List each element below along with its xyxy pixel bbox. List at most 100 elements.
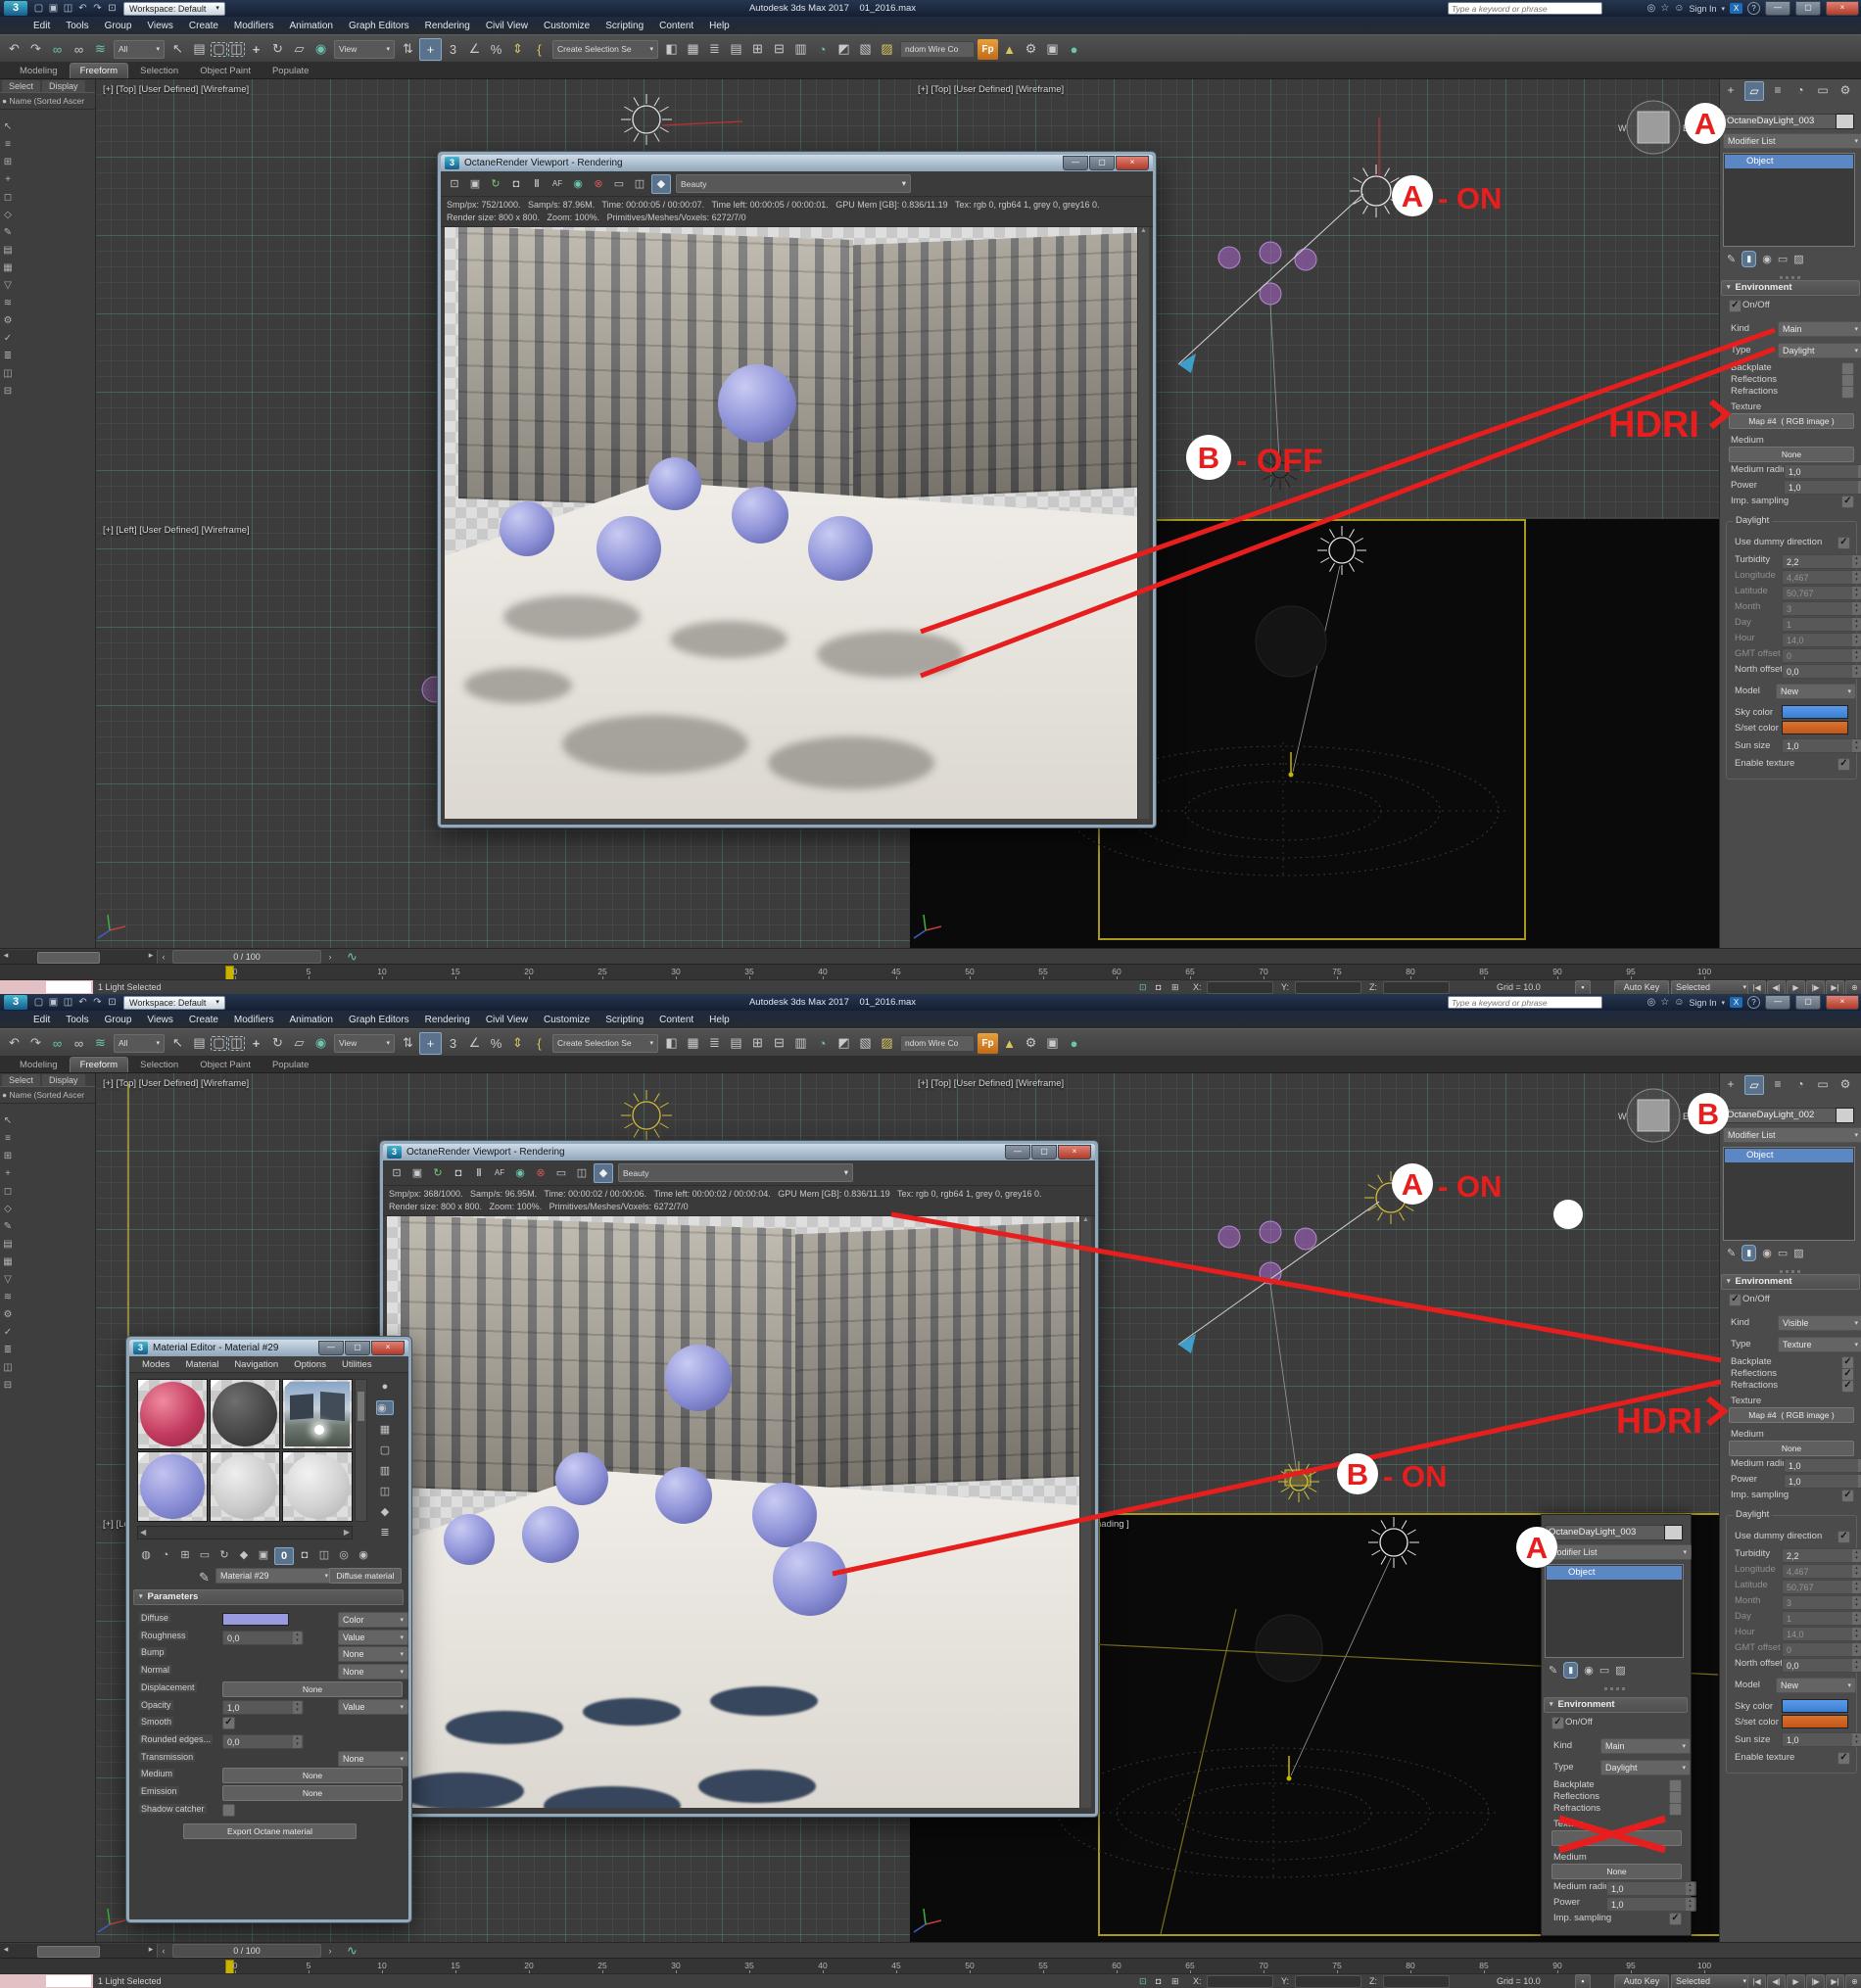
export-octane-material-button[interactable]: Export Octane material xyxy=(183,1823,357,1839)
viewport-label-top-right[interactable]: [+] [Top] [User Defined] [Wireframe] xyxy=(918,84,1064,95)
menu-item[interactable]: Modifiers xyxy=(226,21,282,31)
display-tab-icon[interactable]: ▭ xyxy=(1814,1075,1832,1093)
hour-spinner[interactable]: 14,0 ▴ ▾ xyxy=(1782,633,1861,647)
stack-entry-object[interactable]: Object xyxy=(1725,1149,1853,1162)
explorer-tool-icon[interactable]: ⊟ xyxy=(4,386,12,397)
toolbar-icon[interactable]: ◉ xyxy=(310,1033,331,1054)
toolbar-icon[interactable]: ▧ xyxy=(855,1033,876,1054)
autodesk-360-icon[interactable]: X xyxy=(1730,997,1742,1008)
texture-map-button[interactable] xyxy=(1551,1830,1682,1846)
key-filter-dropdown[interactable]: Selected ▾ xyxy=(1671,980,1751,994)
sunset-color-swatch[interactable] xyxy=(1782,1715,1848,1728)
toolbar-icon[interactable]: ≣ xyxy=(704,39,725,60)
maxscript-mini-listener[interactable] xyxy=(0,1974,93,1988)
render-tool-icon[interactable]: ⊡ xyxy=(388,1164,406,1182)
menu-item[interactable]: Help xyxy=(701,21,738,31)
material-slot[interactable] xyxy=(282,1451,353,1522)
material-editor-window[interactable]: 3 Material Editor - Material #29 — ▢ × Mod… xyxy=(125,1336,412,1923)
day-spinner[interactable]: 1 ▴ ▾ xyxy=(1782,617,1861,632)
me-menu-item[interactable]: Material xyxy=(179,1359,226,1370)
go-start-button[interactable]: |◀ xyxy=(1747,980,1766,994)
toolbar-icon[interactable]: ∞ xyxy=(69,1033,89,1054)
menu-item[interactable]: Graph Editors xyxy=(341,21,417,31)
menu-item[interactable]: Civil View xyxy=(478,1015,536,1025)
month-spinner[interactable]: 3 ▴ ▾ xyxy=(1782,601,1861,616)
modifier-list-dropdown[interactable]: Modifier List ▾ xyxy=(1723,133,1861,149)
toolbar-icon[interactable]: ▢ xyxy=(211,41,227,57)
latitude-spinner[interactable]: 50,767 ▴ ▾ xyxy=(1782,1580,1861,1594)
explorer-tool-icon[interactable]: ✓ xyxy=(4,1327,12,1338)
viewport-label-bottom-right[interactable]: hading ] xyxy=(1096,1519,1129,1530)
user-icon[interactable]: ☺ xyxy=(1674,997,1684,1008)
explorer-tool-icon[interactable]: ⚙ xyxy=(4,315,13,326)
octane-window-titlebar[interactable]: 3 OctaneRender Viewport - Rendering — ▢ × xyxy=(441,155,1153,171)
qat-icon[interactable]: ▢ xyxy=(31,3,46,14)
toolbar-icon[interactable]: ≣ xyxy=(704,1033,725,1054)
menu-item[interactable]: Customize xyxy=(536,21,597,31)
modifier-list-dropdown[interactable]: Modifier List ▾ xyxy=(1723,1127,1861,1143)
qat-icon[interactable]: ⊡ xyxy=(105,3,119,14)
me-tool-icon[interactable]: ▭ xyxy=(196,1547,214,1563)
object-name-field[interactable]: OctaneDayLight_003 xyxy=(1723,114,1837,129)
lock-selection-icon[interactable]: ◘ xyxy=(1156,1976,1161,1986)
z-coord-field[interactable] xyxy=(1383,1975,1450,1988)
pan-icon[interactable]: ⊕ xyxy=(1845,980,1861,994)
explorer-tool-icon[interactable]: ≡ xyxy=(5,1133,11,1144)
material-slot[interactable] xyxy=(210,1379,280,1449)
time-tag-icon[interactable]: ▪ xyxy=(1575,980,1591,994)
explorer-tool-icon[interactable]: ≣ xyxy=(4,1345,12,1355)
help-search-icon[interactable]: ◎ xyxy=(1647,3,1656,14)
minimize-button[interactable]: — xyxy=(1765,995,1790,1010)
param-map-button[interactable]: None xyxy=(222,1681,403,1697)
viewport-label-top-left[interactable]: [+] [Top] [User Defined] [Wireframe] xyxy=(103,1078,249,1089)
menu-item[interactable]: Scripting xyxy=(597,1015,651,1025)
toolbar-icon[interactable]: ↷ xyxy=(25,39,46,60)
enable-texture-checkbox[interactable]: ✓ xyxy=(1837,1752,1850,1765)
sky-color-swatch[interactable] xyxy=(1782,1699,1848,1713)
toolbar-icon[interactable]: ↶ xyxy=(4,1033,24,1054)
ribbon-tab[interactable]: Freeform xyxy=(69,1057,129,1072)
toolbar-icon[interactable]: ≋ xyxy=(90,1033,111,1054)
spinner-arrows-icon[interactable]: ▴▾ xyxy=(1852,602,1861,615)
chevron-down-icon[interactable]: ▾ xyxy=(1721,999,1725,1007)
explorer-tool-icon[interactable]: ▦ xyxy=(3,262,12,273)
toolbar-icon[interactable]: ↖ xyxy=(167,39,188,60)
object-color-swatch[interactable] xyxy=(1836,1108,1854,1123)
param-mode-dropdown[interactable]: Value ▾ xyxy=(338,1699,408,1715)
ribbon-tab[interactable]: Populate xyxy=(262,1058,319,1072)
power-spinner[interactable]: 1,0▴▾ xyxy=(1784,480,1861,495)
toolbar-icon[interactable]: ↶ xyxy=(4,39,24,60)
render-tool-icon[interactable]: ↻ xyxy=(487,175,504,193)
imp-sampling-checkbox[interactable]: ✓ xyxy=(1841,496,1854,508)
workspace-dropdown[interactable]: Workspace: Default ▾ xyxy=(123,995,225,1010)
menu-item[interactable]: Tools xyxy=(58,21,96,31)
stack-entry-object[interactable]: Object xyxy=(1725,155,1853,168)
me-tool-icon[interactable]: ◘ xyxy=(296,1547,313,1563)
close-button[interactable]: × xyxy=(1058,1145,1091,1160)
spinner-arrows-icon[interactable]: ▴▾ xyxy=(293,1632,302,1644)
timeline-scroll-thumb[interactable] xyxy=(37,952,100,964)
me-tool-icon[interactable]: ▣ xyxy=(255,1547,272,1563)
favorites-star-icon[interactable]: ☆ xyxy=(1660,997,1669,1008)
explorer-tool-icon[interactable]: ◫ xyxy=(3,1362,12,1373)
sample-vscrollbar[interactable] xyxy=(355,1379,367,1522)
type-dropdown[interactable]: Daylight ▾ xyxy=(1600,1760,1691,1775)
display-tab-icon[interactable]: ▭ xyxy=(1814,81,1832,99)
toolbar-icon[interactable]: ▣ xyxy=(1042,39,1063,60)
qat-icon[interactable]: ▣ xyxy=(46,3,61,14)
motion-tab-icon[interactable]: ◔ xyxy=(1791,1075,1809,1093)
close-button[interactable]: × xyxy=(1826,995,1859,1010)
spinner-arrows-icon[interactable]: ▴▾ xyxy=(1852,1596,1861,1609)
ribbon-tab[interactable]: Modeling xyxy=(10,64,68,78)
render-tool-icon[interactable]: ◫ xyxy=(573,1164,591,1182)
viewport-label-bottom-left[interactable]: [+] [Left] [User Defined] [Wireframe] xyxy=(103,525,250,536)
sample-tool-icon[interactable]: ▥ xyxy=(380,1464,390,1477)
material-editor-titlebar[interactable]: 3 Material Editor - Material #29 — ▢ × xyxy=(129,1340,408,1356)
hierarchy-tab-icon[interactable]: ≡ xyxy=(1769,1075,1787,1093)
key-filter-dropdown[interactable]: Selected ▾ xyxy=(1671,1974,1751,1988)
object-name-field[interactable]: OctaneDayLight_003 xyxy=(1545,1525,1666,1540)
toolbar-icon[interactable]: ≋ xyxy=(90,39,111,60)
render-tool-icon[interactable]: ◉ xyxy=(569,175,587,193)
menu-item[interactable]: Tools xyxy=(58,1015,96,1025)
pin-stack-icon[interactable]: ✎ xyxy=(1727,1247,1736,1259)
